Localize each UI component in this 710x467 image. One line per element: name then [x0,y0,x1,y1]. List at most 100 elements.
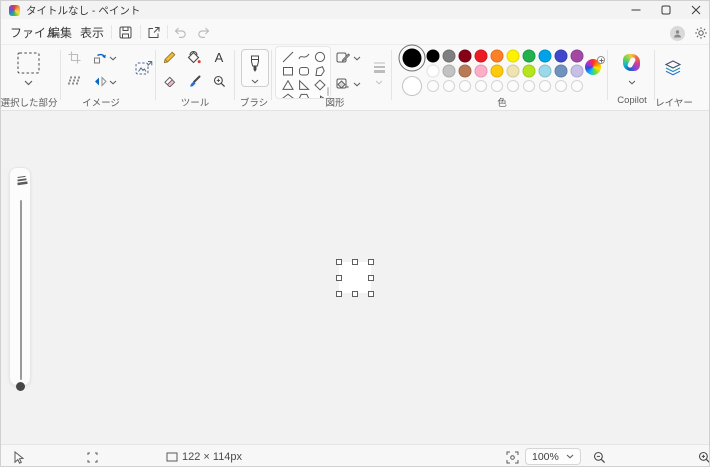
empty-color-slot[interactable] [507,79,519,92]
empty-color-slot[interactable] [523,79,535,92]
selection-handle[interactable] [368,291,374,297]
primary-color-swatch[interactable] [398,44,426,72]
fit-to-screen-button[interactable] [504,449,520,465]
empty-color-slot[interactable] [427,79,439,92]
zoom-out-button[interactable] [591,449,607,465]
magnifier-tool-icon[interactable] [209,71,229,91]
empty-color-slot[interactable] [555,79,567,92]
canvas-workspace[interactable] [1,111,709,444]
empty-color-slot[interactable] [459,79,471,92]
color-swatch[interactable] [426,49,440,62]
empty-color-slot[interactable] [475,79,487,92]
secondary-color-swatch[interactable] [402,75,422,96]
shape-polygon[interactable] [313,64,326,77]
shape-curve[interactable] [297,50,310,63]
shape-diamond[interactable] [313,78,326,91]
share-button[interactable] [142,21,164,43]
selection-handle[interactable] [336,291,342,297]
color-swatch[interactable] [474,64,488,77]
selection-handle[interactable] [352,291,358,297]
color-swatch[interactable] [458,49,472,62]
color-swatch[interactable] [538,49,552,62]
color-swatch[interactable] [538,64,552,77]
flip-dropdown-chevron-icon[interactable] [107,72,119,92]
layers-button[interactable] [661,57,685,79]
color-picker-tool-icon[interactable] [184,71,204,91]
status-bar: 122 × 114px 100% [1,444,709,466]
zoom-in-button[interactable] [696,449,709,465]
maximize-button[interactable] [651,1,681,19]
shape-pentagon[interactable] [281,92,294,98]
copilot-button[interactable] [623,54,640,71]
shape-hexagon[interactable] [297,92,310,98]
shape-triangle[interactable] [281,78,294,91]
rotate-dropdown-chevron-icon[interactable] [107,48,119,68]
ribbon-separator [234,50,235,100]
shapes-group-label: 図形 [325,98,345,109]
color-swatch[interactable] [442,49,456,62]
selection-handle[interactable] [336,275,342,281]
color-swatch[interactable] [442,64,456,77]
minimize-button[interactable] [621,1,651,19]
zoom-level-dropdown[interactable]: 100% [525,448,581,465]
color-swatch[interactable] [554,64,568,77]
shape-outline-button[interactable] [333,47,353,67]
copilot-dropdown-chevron-icon[interactable] [622,72,642,92]
eraser-tool-icon[interactable] [159,71,179,91]
crop-button[interactable] [64,47,84,67]
color-swatch[interactable] [570,64,584,77]
fill-tool-icon[interactable] [184,47,204,67]
selection-handle[interactable] [336,259,342,265]
color-swatch[interactable] [570,49,584,62]
thickness-slider-thumb[interactable] [16,382,25,391]
selection-handle[interactable] [368,259,374,265]
empty-color-slot[interactable] [491,79,503,92]
brushes-button[interactable] [241,49,269,87]
shape-right-triangle[interactable] [297,78,310,91]
text-tool-icon[interactable]: A [209,47,229,67]
outline-dropdown-chevron-icon[interactable] [351,48,363,68]
shape-rounded-rectangle[interactable] [297,64,310,77]
color-swatch[interactable] [506,49,520,62]
paint-app-icon [9,4,20,16]
shape-rectangle[interactable] [281,64,294,77]
pencil-tool-icon[interactable] [159,47,179,67]
close-button[interactable] [681,1,709,19]
color-swatch[interactable] [458,64,472,77]
brushes-group-label: ブラシ [239,98,269,109]
empty-color-slot[interactable] [571,79,583,92]
shapes-gallery [275,46,331,99]
resize-skew-button[interactable] [64,71,84,91]
color-swatch[interactable] [506,64,520,77]
color-swatch[interactable] [426,64,440,77]
thickness-slider-track[interactable] [20,200,22,380]
stroke-width-chevron-icon[interactable] [373,72,385,92]
save-button[interactable] [114,21,136,43]
account-button[interactable] [666,22,688,44]
color-swatch[interactable] [490,49,504,62]
shape-fill-button[interactable] [333,73,353,93]
copilot-group-label: Copilot [617,95,647,106]
shape-line[interactable] [281,50,294,63]
selection-dropdown-chevron-icon[interactable] [18,73,38,93]
redo-button[interactable] [193,21,215,43]
color-swatch[interactable] [554,49,568,62]
thickness-icon [11,170,31,190]
remove-background-button[interactable] [132,56,156,80]
selection-region[interactable] [339,262,371,293]
selection-handle[interactable] [352,259,358,265]
brushes-dropdown-chevron-icon[interactable] [245,71,265,91]
color-swatch[interactable] [522,64,536,77]
selection-handle[interactable] [368,275,374,281]
empty-color-slot[interactable] [443,79,455,92]
shape-arrow[interactable] [313,92,326,98]
color-swatch[interactable] [474,49,488,62]
color-swatch[interactable] [522,49,536,62]
undo-button[interactable] [169,21,191,43]
shape-oval[interactable] [313,50,326,63]
fill-dropdown-chevron-icon[interactable] [351,74,363,94]
settings-button[interactable] [690,22,709,44]
color-swatch[interactable] [490,64,504,77]
menu-view[interactable]: 表示 [73,22,111,42]
empty-color-slot[interactable] [539,79,551,92]
